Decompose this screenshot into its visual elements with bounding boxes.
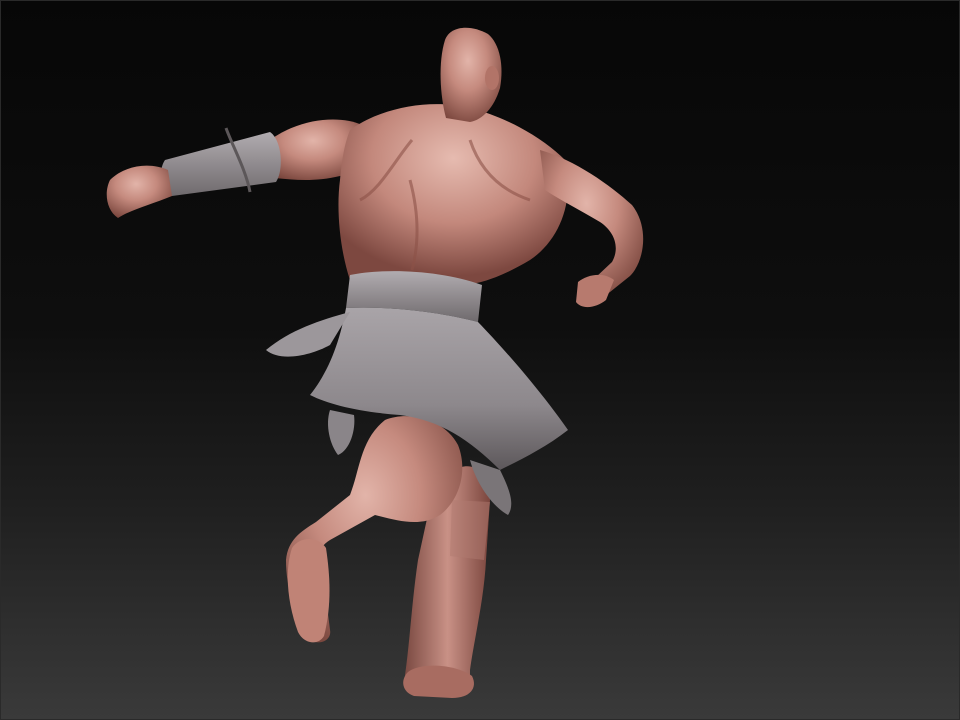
- extended-arm: [106, 119, 366, 218]
- torso: [338, 104, 569, 285]
- head: [440, 27, 502, 122]
- sculpt-model: [106, 27, 644, 698]
- render-viewport: [0, 0, 960, 720]
